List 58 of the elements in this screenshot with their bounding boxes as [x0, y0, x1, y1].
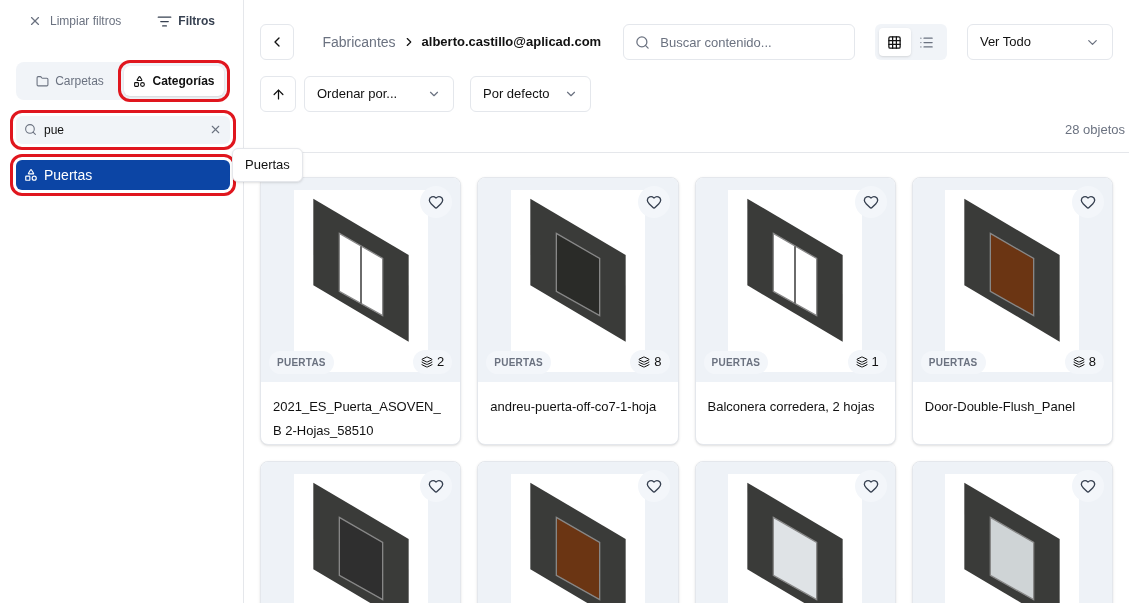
category-tag: PUERTAS: [269, 350, 334, 374]
category-tag: PUERTAS: [703, 350, 769, 374]
breadcrumb-current: alberto.castillo@aplicad.com: [421, 33, 602, 52]
list-icon: [919, 34, 935, 50]
item-name: andreu-puerta-off-co7-1-hoja: [490, 398, 657, 414]
item-name: Balconera corredera, 2 hojas: [707, 398, 875, 414]
layers-icon: [1072, 355, 1085, 368]
heart-icon: [862, 193, 879, 210]
back-button[interactable]: [260, 24, 295, 60]
item-count: 28 objetos: [1065, 121, 1125, 139]
version-count: 2: [413, 350, 453, 374]
filters-button[interactable]: Filtros: [157, 12, 215, 30]
close-icon: [28, 14, 42, 28]
heart-icon: [428, 477, 445, 494]
item-card[interactable]: PUERTAS 1 Balconera corredera, 2 hojas: [694, 176, 896, 445]
version-count: 8: [630, 350, 670, 374]
heart-icon: [645, 193, 662, 210]
item-card[interactable]: PUERTAS 2 2021_ES_Puerta_ASOVEN_B 2-Hojas_58510: [260, 176, 462, 445]
favorite-button[interactable]: [637, 185, 670, 218]
layers-icon: [638, 355, 651, 368]
folder-icon: [36, 74, 50, 88]
breadcrumb-link[interactable]: Fabricantes: [322, 31, 396, 53]
filter-icon: [157, 13, 173, 29]
order-dropdown[interactable]: Por defecto: [470, 76, 591, 112]
grid-view-button[interactable]: [878, 28, 911, 56]
favorite-button[interactable]: [854, 185, 887, 218]
item-card[interactable]: PUERTAS 8 Door-Double-Flush_Panel: [911, 176, 1113, 445]
layers-icon: [855, 355, 868, 368]
category-tag: PUERTAS: [920, 350, 986, 374]
favorite-button[interactable]: [637, 469, 670, 502]
search-icon: [635, 35, 651, 50]
sort-dropdown[interactable]: Ordenar por...: [304, 76, 454, 112]
heart-icon: [1080, 477, 1096, 494]
version-count: 1: [847, 350, 887, 374]
version-count: 8: [1064, 350, 1104, 374]
clear-filters-button[interactable]: Limpiar filtros: [28, 12, 122, 30]
clear-search-icon[interactable]: [209, 123, 222, 136]
favorite-button[interactable]: [854, 469, 887, 502]
heart-icon: [428, 193, 445, 210]
view-filter-dropdown[interactable]: Ver Todo: [966, 24, 1113, 60]
grid-icon: [887, 34, 903, 50]
favorite-button[interactable]: [1072, 185, 1104, 218]
category-tag: PUERTAS: [486, 350, 552, 374]
item-name: Door-Double-Flush_Panel: [924, 398, 1076, 414]
content-search-field[interactable]: Buscar contenido...: [623, 24, 855, 60]
search-icon: [24, 123, 37, 136]
tab[interactable]: Carpetas: [20, 66, 120, 96]
shapes-icon: [133, 74, 147, 88]
heart-icon: [645, 477, 662, 494]
heart-icon: [862, 477, 879, 494]
favorite-button[interactable]: [1072, 469, 1104, 502]
heart-icon: [1080, 193, 1096, 210]
layers-icon: [421, 355, 433, 368]
sort-direction-button[interactable]: [260, 76, 296, 112]
item-card[interactable]: PUERTAS 8 andreu-puerta-off-co7-1-hoja: [477, 176, 679, 445]
tooltip: Puertas: [232, 148, 303, 182]
item-name: 2021_ES_Puerta_ASOVEN_B 2-Hojas_58510: [273, 398, 441, 438]
shapes-icon: [24, 168, 38, 182]
